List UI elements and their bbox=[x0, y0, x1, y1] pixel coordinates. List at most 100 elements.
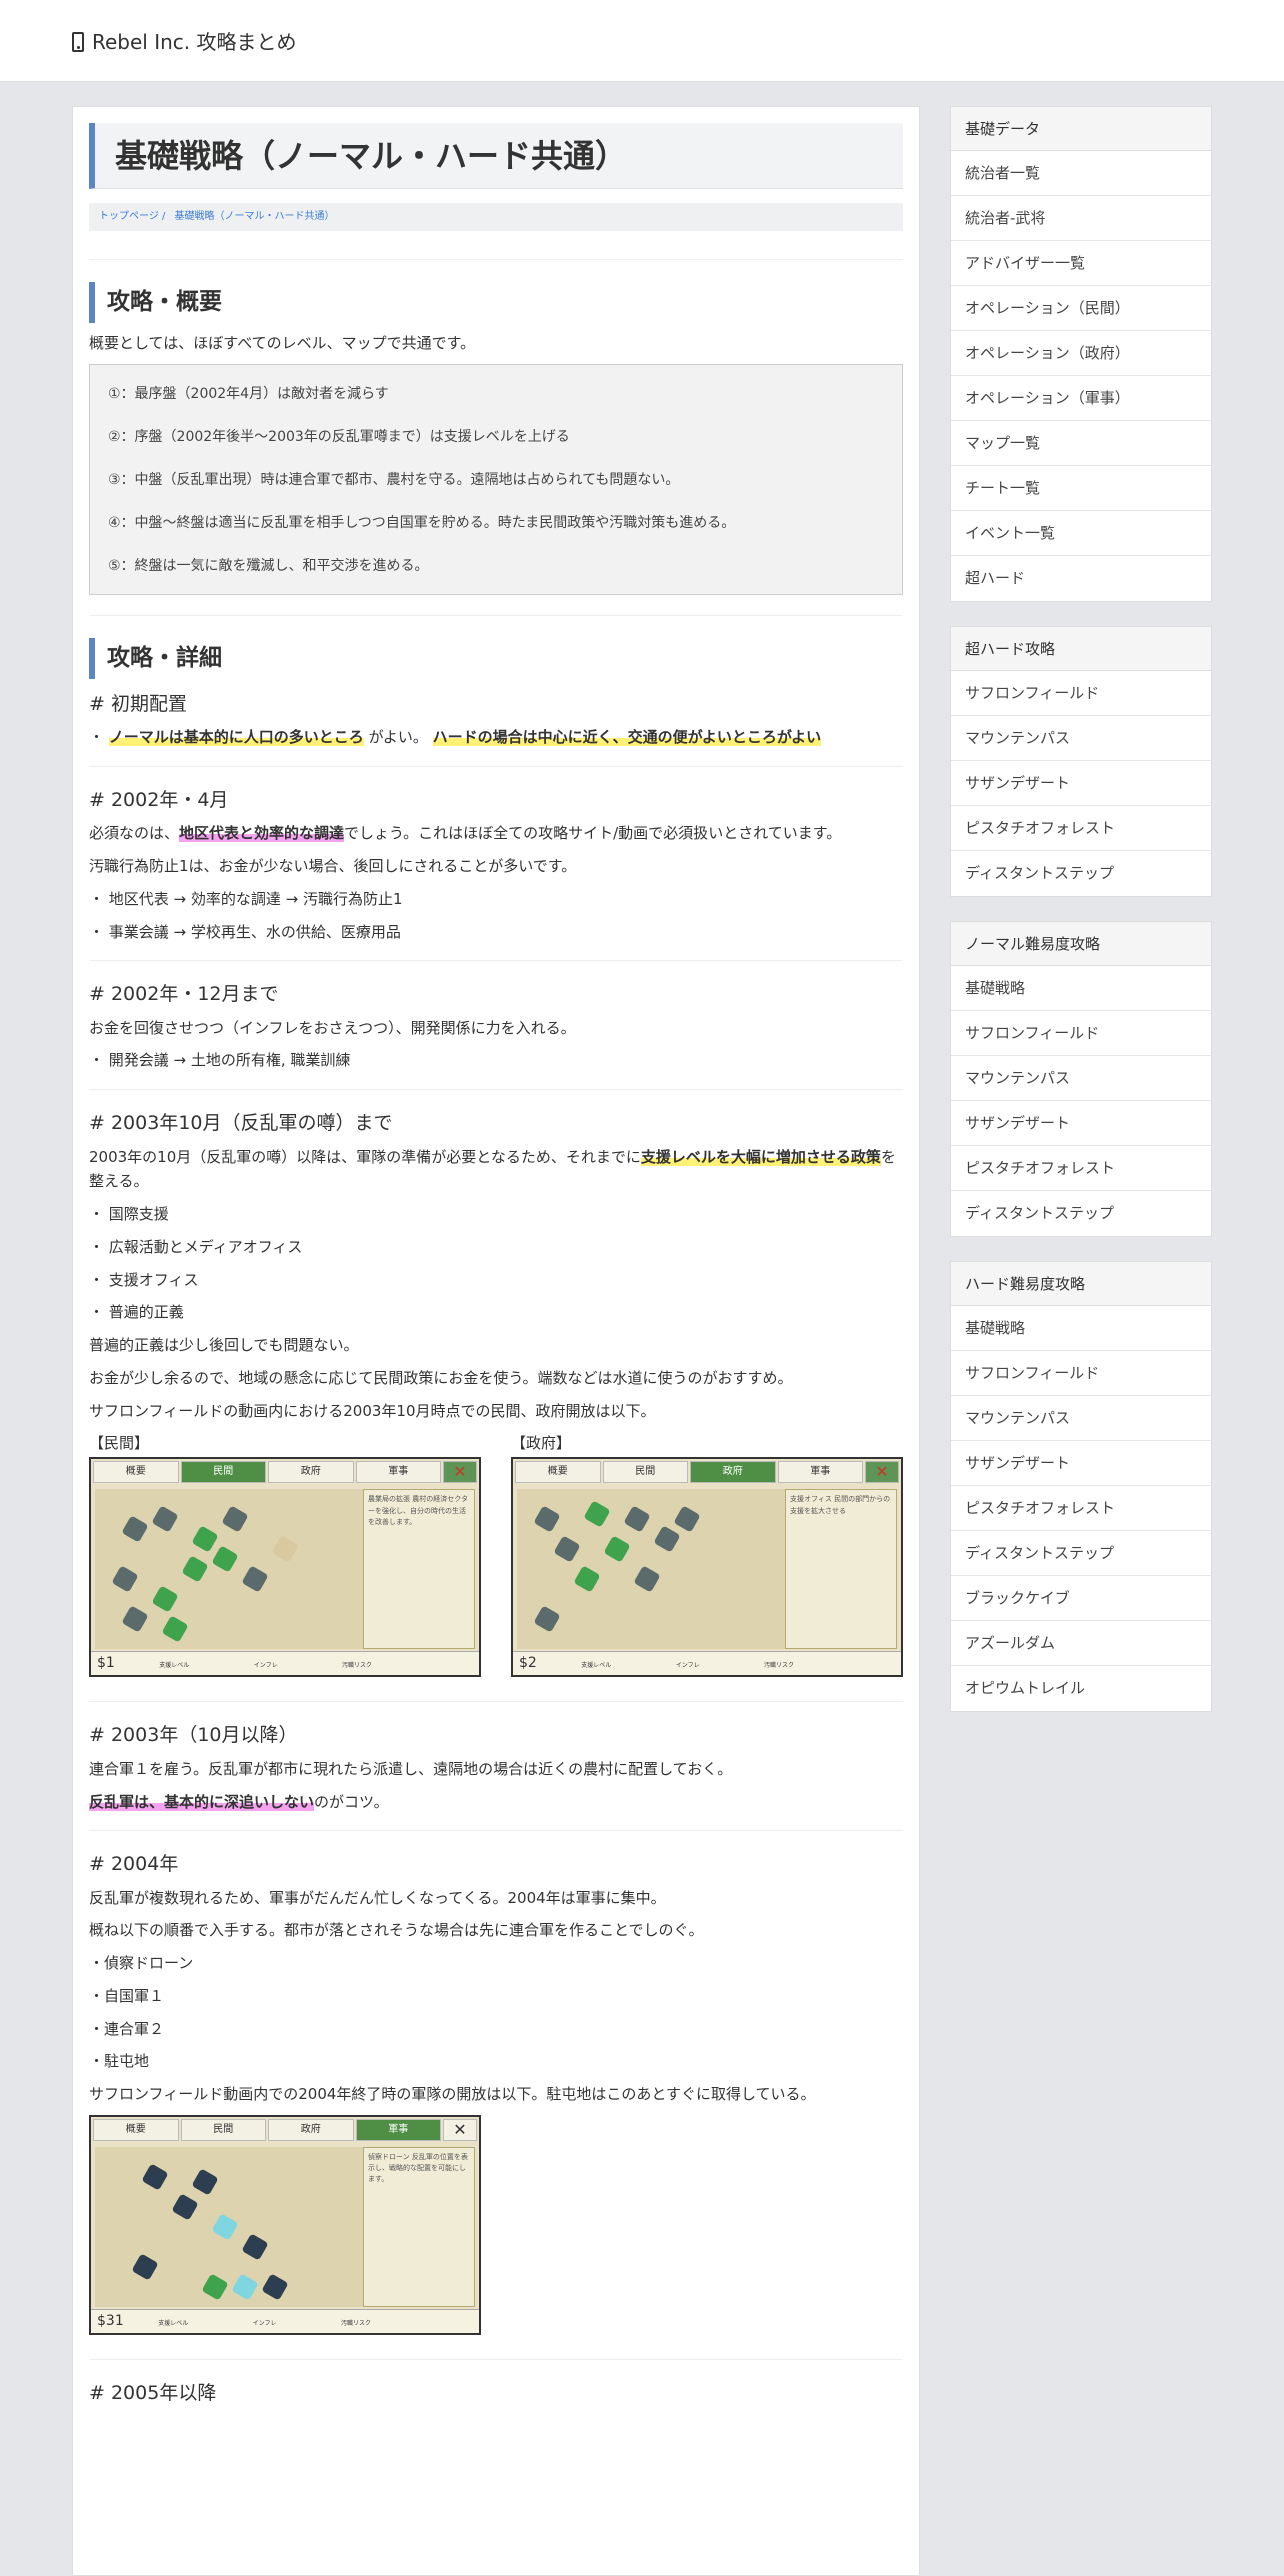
screenshot-label: 【民間】 bbox=[89, 1434, 150, 1453]
game-info-panel: 農業局の拡張 農村の経済セクターを強化し、自分の時代の生活を改善します。 bbox=[363, 1489, 475, 1650]
sidebar-link[interactable]: マウンテンパス bbox=[951, 1056, 1211, 1101]
sidebar-link[interactable]: アドバイザー一覧 bbox=[951, 241, 1211, 286]
game-tab: 民間 bbox=[602, 1461, 688, 1484]
overview-step: ②：序盤（2002年後半〜2003年の反乱軍噂まで）は支援レベルを上げる bbox=[108, 428, 570, 445]
status-label: インフレ bbox=[675, 1662, 700, 1670]
list-item: ・駐屯地 bbox=[89, 2052, 150, 2071]
site-title: Rebel Inc. 攻略まとめ bbox=[92, 30, 297, 54]
highlight-text: 支援レベルを大幅に増加させる政策 bbox=[640, 1147, 881, 1166]
game-tab: 政府 bbox=[690, 1461, 776, 1484]
sidebar-heading: 基礎データ bbox=[951, 107, 1211, 151]
sidebar-link[interactable]: オペレーション（軍事） bbox=[951, 376, 1211, 421]
list-item: ・連合軍２ bbox=[89, 2019, 165, 2038]
overview-summary-box: ①：最序盤（2002年4月）は敵対者を減らす ②：序盤（2002年後半〜2003… bbox=[89, 363, 903, 596]
after2003-paragraph: 反乱軍は、基本的に深追いしないのがコツ。 bbox=[89, 1790, 903, 1815]
highlight-text: ノーマルは基本的に人口の多いところ bbox=[108, 728, 364, 747]
game-tabs: 概要 民間 政府 軍事 ✕ bbox=[93, 1461, 477, 1484]
sidebar-link[interactable]: ディスタントステップ bbox=[951, 1191, 1211, 1236]
sidebar-link[interactable]: ディスタントステップ bbox=[951, 1531, 1211, 1576]
list-item: ・ 地区代表 → 効率的な調達 → 汚職行為防止1 bbox=[89, 889, 403, 908]
sidebar-menu-hard: ハード難易度攻略 基礎戦略 サフロンフィールド マウンテンパス サザンデザート … bbox=[950, 1261, 1212, 1712]
sidebar-link[interactable]: ブラックケイブ bbox=[951, 1576, 1211, 1621]
military-screenshot: 概要 民間 政府 軍事 ✕ 偵察ドローン 反乱軍の位置を表示し、戦略的な配置を可… bbox=[89, 2114, 481, 2335]
sidebar-link[interactable]: 統治者一覧 bbox=[951, 151, 1211, 196]
plain-text: がよい。 bbox=[368, 728, 428, 747]
oct2003-paragraph: 2003年の10月（反乱軍の噂）以降は、軍隊の準備が必要となるため、それまでに支… bbox=[89, 1145, 903, 1195]
game-info-panel: 支援オフィス 民間の部門からの支援を拡大させる bbox=[785, 1489, 897, 1650]
sidebar-link[interactable]: ディスタントステップ bbox=[951, 851, 1211, 896]
sidebar-link[interactable]: 基礎戦略 bbox=[951, 1306, 1211, 1351]
after2003-paragraph: 連合軍１を雇う。反乱軍が都市に現れたら派遣し、遠隔地の場合は近くの農村に配置して… bbox=[89, 1759, 733, 1778]
sidebar-link[interactable]: マップ一覧 bbox=[951, 421, 1211, 466]
plain-text: でしょう。これはほぼ全ての攻略サイト/動画で必須扱いとされています。 bbox=[344, 824, 842, 843]
status-label: 支援レベル bbox=[581, 1662, 612, 1670]
breadcrumb-current[interactable]: 基礎戦略（ノーマル・ハード共通） bbox=[175, 211, 335, 222]
sidebar-menu-super-hard: 超ハード攻略 サフロンフィールド マウンテンパス サザンデザート ピスタチオフォ… bbox=[950, 626, 1212, 897]
game-tab: 概要 bbox=[515, 1461, 601, 1484]
list-item: ・ 広報活動とメディアオフィス bbox=[89, 1237, 303, 1256]
game-tabs: 概要 民間 政府 軍事 ✕ bbox=[515, 1461, 899, 1484]
divider bbox=[89, 765, 903, 767]
status-label: 汚職リスク bbox=[342, 1662, 373, 1670]
sidebar-link[interactable]: ピスタチオフォレスト bbox=[951, 1146, 1211, 1191]
sidebar-link[interactable]: ピスタチオフォレスト bbox=[951, 806, 1211, 851]
screenshot-pair: 【民間】 概要 民間 政府 軍事 ✕ 農業局の拡張 農村の経済セクターを強化し、… bbox=[89, 1431, 903, 1678]
breadcrumb: トップページ / 基礎戦略（ノーマル・ハード共通） bbox=[89, 203, 903, 231]
sidebar-link[interactable]: マウンテンパス bbox=[951, 716, 1211, 761]
sidebar-heading: ノーマル難易度攻略 bbox=[951, 922, 1211, 966]
mobile-phone-icon bbox=[72, 32, 84, 52]
divider bbox=[89, 259, 903, 260]
list-item: ・ 開発会議 → 土地の所有権, 職業訓練 bbox=[89, 1051, 351, 1070]
close-icon: ✕ bbox=[443, 1461, 477, 1484]
initial-text: ・ ノーマルは基本的に人口の多いところ がよい。 ハードの場合は中心に近く、交通… bbox=[89, 725, 903, 750]
sidebar-link[interactable]: オペレーション（政府） bbox=[951, 331, 1211, 376]
sidebar-link[interactable]: 統治者-武将 bbox=[951, 196, 1211, 241]
sidebar-link[interactable]: 基礎戦略 bbox=[951, 966, 1211, 1011]
dec2002-paragraph: お金を回復させつつ（インフレをおさえつつ）、開発関係に力を入れる。 bbox=[89, 1018, 576, 1037]
plain-text: 必須なのは、 bbox=[89, 824, 180, 843]
game-status-bar: $1 支援レベル インフレ 汚職リスク bbox=[91, 1651, 479, 1676]
overview-heading: 攻略・概要 bbox=[89, 282, 903, 323]
game-screenshot-image: 概要 民間 政府 軍事 ✕ 偵察ドローン 反乱軍の位置を表示し、戦略的な配置を可… bbox=[89, 2114, 481, 2335]
sidebar-menu-normal: ノーマル難易度攻略 基礎戦略 サフロンフィールド マウンテンパス サザンデザート… bbox=[950, 921, 1212, 1237]
y2004-paragraph: 概ね以下の順番で入手する。都市が落とされそうな場合は先に連合軍を作ることでしのぐ… bbox=[89, 1921, 704, 1940]
sidebar-link[interactable]: サザンデザート bbox=[951, 1441, 1211, 1486]
game-tab: 概要 bbox=[93, 1461, 179, 1484]
section-title-after2003: # 2003年（10月以降） bbox=[89, 1724, 298, 1747]
divider bbox=[89, 615, 903, 617]
section-title-initial: # 初期配置 bbox=[89, 692, 187, 715]
highlight-text: 地区代表と効率的な調達 bbox=[179, 824, 345, 843]
section-title-2004: # 2004年 bbox=[89, 1853, 179, 1876]
close-icon: ✕ bbox=[865, 1461, 899, 1484]
divider bbox=[89, 1701, 903, 1703]
sidebar-link[interactable]: サフロンフィールド bbox=[951, 1351, 1211, 1396]
divider bbox=[89, 1089, 903, 1091]
sidebar-link[interactable]: サザンデザート bbox=[951, 761, 1211, 806]
status-label: インフレ bbox=[252, 2319, 277, 2327]
money-value: $1 bbox=[97, 1655, 115, 1672]
sidebar-link[interactable]: サフロンフィールド bbox=[951, 671, 1211, 716]
sidebar-link[interactable]: サフロンフィールド bbox=[951, 1011, 1211, 1056]
highlight-text: 反乱軍は、基本的に深追いしない bbox=[89, 1792, 315, 1811]
y2004-paragraph: サフロンフィールド動画内での2004年終了時の軍隊の開放は以下。駐屯地はこのあと… bbox=[89, 2085, 816, 2104]
sidebar-link[interactable]: オペレーション（民間） bbox=[951, 286, 1211, 331]
sidebar-link[interactable]: イベント一覧 bbox=[951, 511, 1211, 556]
breadcrumb-home-link[interactable]: トップページ / bbox=[99, 211, 165, 222]
sidebar-link[interactable]: マウンテンパス bbox=[951, 1396, 1211, 1441]
sidebar-heading: ハード難易度攻略 bbox=[951, 1262, 1211, 1306]
sidebar-link[interactable]: サザンデザート bbox=[951, 1101, 1211, 1146]
sidebar-link[interactable]: 超ハード bbox=[951, 556, 1211, 601]
sidebar-link[interactable]: チート一覧 bbox=[951, 466, 1211, 511]
overview-step: ①：最序盤（2002年4月）は敵対者を減らす bbox=[108, 385, 389, 402]
site-brand-link[interactable]: Rebel Inc. 攻略まとめ bbox=[72, 26, 297, 58]
sidebar-link[interactable]: オピウムトレイル bbox=[951, 1666, 1211, 1711]
top-navbar: Rebel Inc. 攻略まとめ bbox=[0, 0, 1284, 82]
sidebar-link[interactable]: アズールダム bbox=[951, 1621, 1211, 1666]
list-item: ・ 支援オフィス bbox=[89, 1270, 199, 1289]
game-screenshot-image: 概要 民間 政府 軍事 ✕ 支援オフィス 民間の部門からの支援を拡大させる $2… bbox=[511, 1457, 903, 1678]
plain-text: 2003年の10月（反乱軍の噂）以降は、軍隊の準備が必要となるため、それまでに bbox=[89, 1147, 641, 1166]
sidebar-menu-basic-data: 基礎データ 統治者一覧 統治者-武将 アドバイザー一覧 オペレーション（民間） … bbox=[950, 106, 1212, 602]
sidebar-link[interactable]: ピスタチオフォレスト bbox=[951, 1486, 1211, 1531]
civil-screenshot: 【民間】 概要 民間 政府 軍事 ✕ 農業局の拡張 農村の経済セクターを強化し、… bbox=[89, 1431, 481, 1678]
game-map bbox=[95, 1489, 363, 1650]
